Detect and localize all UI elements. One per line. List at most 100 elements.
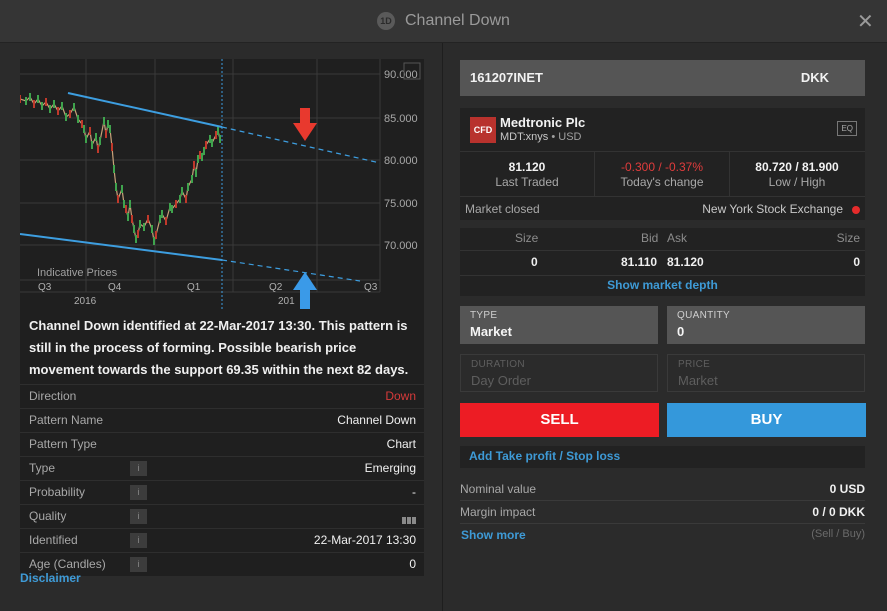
low-high-label: Low / High — [768, 175, 826, 189]
candle — [41, 102, 43, 110]
x-year: 201 — [278, 296, 295, 307]
candle — [139, 220, 141, 228]
cfd-badge: CFD — [470, 117, 496, 143]
row-value: Chart — [386, 437, 416, 451]
candle — [125, 205, 127, 213]
timeframe-badge: 1D — [377, 12, 395, 30]
y-tick: 80.000 — [384, 155, 418, 167]
candle — [25, 97, 27, 105]
field-value: Market — [678, 373, 718, 388]
disclaimer-link[interactable]: Disclaimer — [20, 571, 81, 585]
quantity-input[interactable]: QUANTITY 0 — [667, 306, 865, 344]
candle — [115, 183, 117, 191]
candle — [185, 195, 187, 203]
candle — [195, 169, 197, 177]
depth-header-size: Size — [515, 231, 539, 245]
order-type-select[interactable]: TYPE Market — [460, 306, 658, 344]
stat-today-change: -0.300 / -0.37% Today's change — [594, 152, 730, 196]
row-label: Direction — [29, 389, 77, 403]
close-icon[interactable]: ✕ — [857, 9, 874, 34]
info-icon[interactable]: i — [130, 485, 147, 500]
candle — [91, 141, 93, 149]
info-icon[interactable]: i — [130, 533, 147, 548]
sell-button[interactable]: SELL — [460, 403, 659, 437]
field-label: DURATION — [471, 359, 525, 370]
candle — [105, 130, 107, 138]
buy-button[interactable]: BUY — [667, 403, 866, 437]
field-label: QUANTITY — [677, 310, 730, 321]
depth-divider — [460, 275, 865, 276]
x-tick: Q4 — [108, 282, 122, 293]
price-input[interactable]: PRICE Market — [667, 354, 865, 392]
candle — [45, 98, 47, 106]
row-value: Channel Down — [337, 413, 416, 427]
row-label: Pattern Type — [29, 437, 97, 451]
panel-divider — [442, 43, 443, 611]
row-value: 0 — [409, 557, 416, 571]
candle — [107, 120, 109, 128]
status-dot-icon — [852, 206, 860, 214]
info-icon[interactable]: i — [130, 461, 147, 476]
ask-size: 0 — [853, 255, 860, 269]
candle — [155, 231, 157, 239]
arrow-up-icon — [293, 272, 317, 309]
instrument-symbol: MDT:xnys • USD — [500, 131, 582, 143]
symbol-code: MDT:xnys — [500, 131, 549, 143]
instrument-name: Medtronic Plc — [500, 115, 586, 130]
candle — [161, 210, 163, 218]
margin-value: 0 / 0 DKK — [812, 505, 865, 519]
depth-divider — [460, 250, 865, 251]
arrow-down-icon — [293, 108, 317, 141]
x-tick: Q1 — [187, 282, 201, 293]
margin-label: Margin impact — [460, 505, 536, 519]
info-icon[interactable]: i — [130, 509, 147, 524]
depth-header-bid: Bid — [641, 231, 659, 245]
field-label: TYPE — [470, 310, 498, 321]
take-profit-link[interactable]: Add Take profit / Stop loss — [469, 449, 620, 463]
channel-lower-projection — [221, 259, 361, 282]
instrument-panel: CFD Medtronic Plc MDT:xnys • USD EQ 81.1… — [460, 108, 865, 220]
pattern-row-identified: Identified i 22-Mar-2017 13:30 — [20, 528, 424, 552]
duration-select[interactable]: DURATION Day Order — [460, 354, 658, 392]
candle — [81, 120, 83, 128]
asset-type-tag[interactable]: EQ — [837, 121, 857, 136]
row-value: Emerging — [364, 461, 416, 475]
nominal-label: Nominal value — [460, 482, 537, 496]
account-selector[interactable]: 161207INET DKK — [460, 60, 865, 96]
depth-header-size: Size — [836, 231, 860, 245]
last-traded-value: 81.120 — [508, 160, 546, 174]
exchange-name: New York Stock Exchange — [702, 202, 843, 216]
candle — [109, 125, 111, 133]
title-bar: 1D Channel Down ✕ — [0, 0, 887, 43]
field-value: 0 — [677, 324, 685, 339]
pattern-row-direction: Direction Down — [20, 384, 424, 408]
candle — [89, 127, 91, 135]
candle — [73, 103, 75, 111]
pattern-row-quality: Quality i — [20, 504, 424, 528]
candle — [147, 215, 149, 223]
candle — [33, 100, 35, 108]
candle — [103, 117, 105, 125]
candle — [169, 203, 171, 211]
pattern-row-probability: Probability i - — [20, 480, 424, 504]
chart-watermark: Indicative Prices — [37, 267, 118, 279]
channel-lower-line — [20, 233, 223, 261]
row-value: Down — [385, 389, 416, 403]
sell-buy-hint: (Sell / Buy) — [811, 528, 865, 540]
market-depth-panel: Size Bid Ask Size 0 81.110 81.120 0 Show… — [460, 228, 865, 296]
candle — [127, 213, 129, 221]
row-value: 22-Mar-2017 13:30 — [313, 533, 416, 547]
candle — [117, 195, 119, 203]
pattern-row-type: Type i Emerging — [20, 456, 424, 480]
candle — [133, 225, 135, 233]
row-label: Identified — [29, 533, 78, 547]
show-more-link[interactable]: Show more — [461, 528, 526, 542]
info-icon[interactable]: i — [130, 557, 147, 572]
candle — [85, 135, 87, 143]
candle — [121, 185, 123, 193]
show-market-depth-link[interactable]: Show market depth — [460, 278, 865, 292]
bid-price: 81.110 — [621, 255, 658, 269]
candle — [57, 107, 59, 115]
candle — [99, 137, 101, 145]
candle — [211, 139, 213, 147]
